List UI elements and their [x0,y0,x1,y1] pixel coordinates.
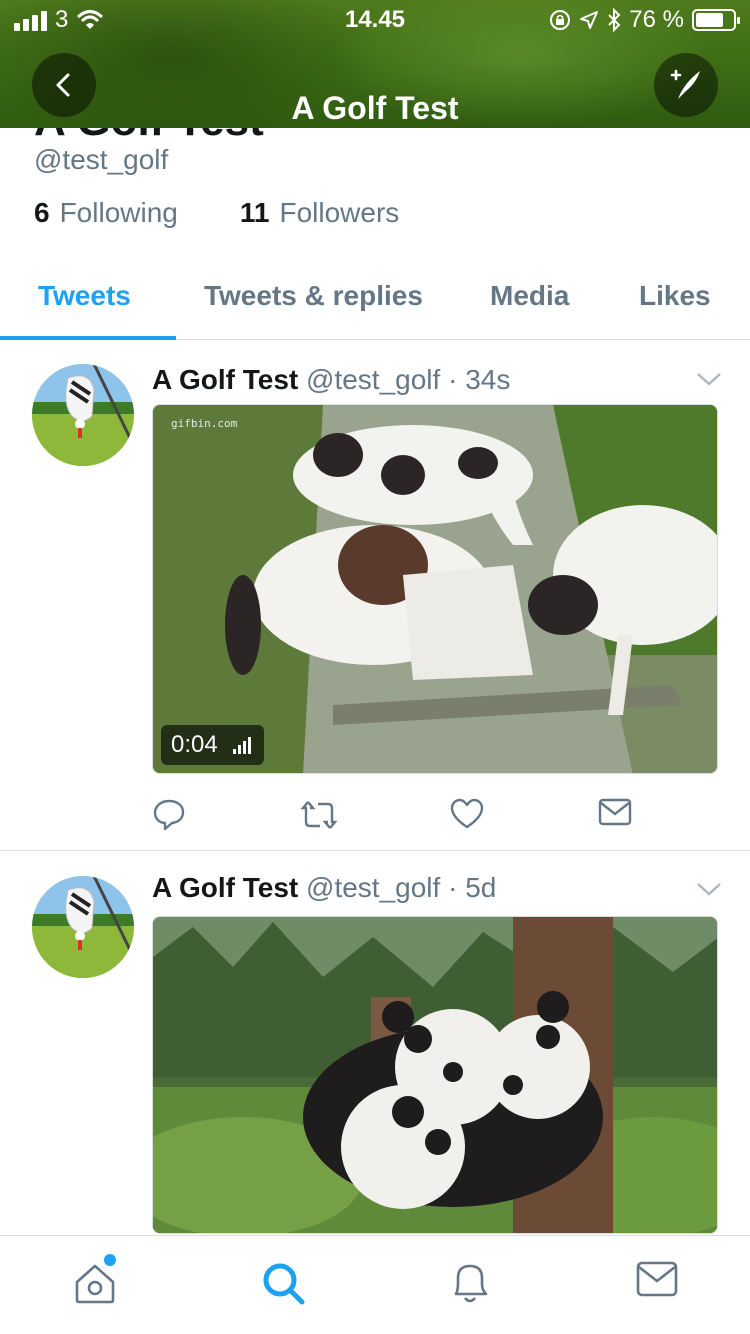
bottom-tab-bar [0,1235,750,1334]
following-count: 6 [34,197,50,228]
tweet-timestamp: 34s [465,364,511,395]
like-heart-icon[interactable] [450,798,484,830]
video-duration: 0:04 [171,731,218,758]
tweet-author-handle[interactable]: @test_golf [306,364,440,395]
home-icon[interactable] [72,1260,118,1306]
rotation-lock-icon [550,10,571,30]
profile-handle: @test_golf [34,144,169,175]
golf-glove-avatar-image [32,876,134,978]
followers-label: Followers [279,197,400,228]
avatar[interactable] [32,364,134,466]
tab-tweets[interactable]: Tweets [38,280,131,312]
battery-percent: 76 % [629,6,684,33]
followers-stat[interactable]: 11 Followers [240,197,399,229]
tab-tweets-and-replies[interactable]: Tweets & replies [204,280,423,312]
status-right: 76 % [549,6,740,34]
tweet-header: A Golf Test @test_golf · 5d [152,872,496,904]
tweet-item[interactable]: A Golf Test @test_golf · 34s gifbin.com [0,340,750,851]
compose-tweet-button[interactable] [654,53,718,117]
golf-glove-avatar-image [32,364,134,466]
chevron-down-icon[interactable] [696,370,722,388]
avatar[interactable] [32,876,134,978]
tweet-timestamp: 5d [465,872,497,903]
search-icon[interactable] [260,1260,306,1306]
bluetooth-icon [608,8,621,32]
pandas-photo [153,917,717,1233]
battery-icon [692,9,740,31]
tweet-video[interactable]: gifbin.com 0:04 [152,404,718,774]
location-arrow-icon [580,11,599,29]
profile-header-banner: 3 14.45 76 % A Golf Test [0,0,750,128]
messages-envelope-icon[interactable] [636,1260,678,1298]
watermark: gifbin.com [171,417,238,430]
follow-stats: 6 Following 11 Followers [34,197,461,229]
dogs-video-frame: gifbin.com [153,405,717,773]
tweet-author-name[interactable]: A Golf Test [152,364,298,395]
following-stat[interactable]: 6 Following [34,197,178,229]
tweet-dot: · [448,364,458,395]
tweet-author-handle[interactable]: @test_golf [306,872,440,903]
tweet-item[interactable]: A Golf Test @test_golf · 5d [0,852,750,1235]
video-duration-badge: 0:04 [161,725,264,765]
notifications-bell-icon[interactable] [448,1260,492,1306]
tab-media[interactable]: Media [490,280,569,312]
battery-level-fill [696,13,724,27]
tweet-author-name[interactable]: A Golf Test [152,872,298,903]
chevron-down-icon[interactable] [696,880,722,898]
following-label: Following [59,197,178,228]
direct-message-icon[interactable] [598,798,632,826]
tweet-header: A Golf Test @test_golf · 34s [152,364,510,396]
retweet-icon[interactable] [300,798,338,832]
status-bar: 3 14.45 76 % [0,0,750,40]
profile-tabs: Tweets Tweets & replies Media Likes [0,270,750,340]
home-new-activity-dot [104,1254,116,1266]
compose-tweet-icon [670,69,700,99]
gif-indicator-icon [232,737,251,754]
followers-count: 11 [239,197,270,228]
reply-icon[interactable] [152,798,186,832]
tweet-dot: · [448,872,458,903]
tweet-photo[interactable] [152,916,718,1234]
tab-likes[interactable]: Likes [639,280,711,312]
header-title: A Golf Test [291,90,459,126]
